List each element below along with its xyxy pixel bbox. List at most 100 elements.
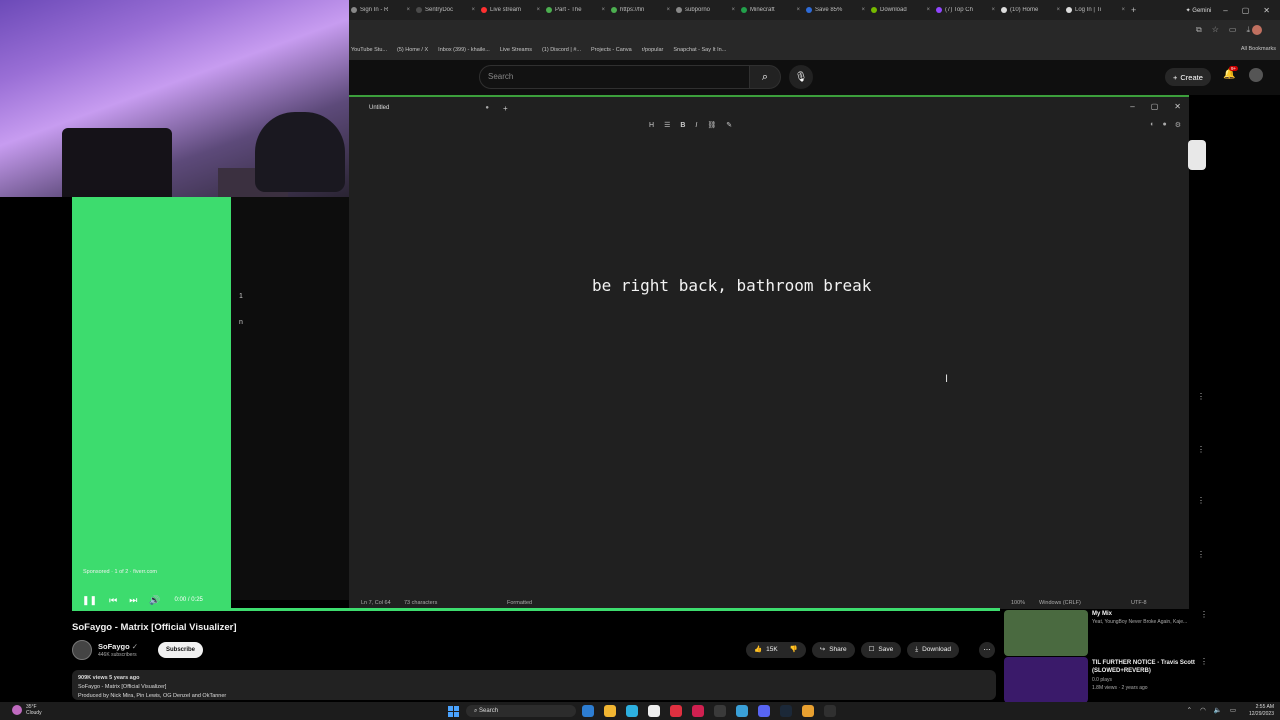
search-input[interactable]: Search xyxy=(479,65,754,89)
more-vert-icon[interactable]: ⋮ xyxy=(1200,610,1208,619)
browser-tab[interactable]: Save 85% × xyxy=(804,7,869,13)
folder-icon[interactable] xyxy=(604,705,616,717)
close-icon[interactable]: × xyxy=(731,7,739,13)
chrome-icon[interactable] xyxy=(802,705,814,717)
close-icon[interactable]: ✕ xyxy=(1263,6,1270,15)
channel-name[interactable]: SoFaygo ✓ xyxy=(98,642,138,651)
maximize-icon[interactable]: ▢ xyxy=(1151,102,1159,111)
close-icon[interactable]: × xyxy=(471,7,479,13)
gemini-button[interactable]: ✦ Gemini xyxy=(1180,7,1224,14)
settings-gear-icon[interactable]: ⚙ xyxy=(1175,121,1181,129)
bookmark-item[interactable]: Projects - Canva xyxy=(591,47,632,53)
minimize-icon[interactable]: – xyxy=(1223,6,1227,15)
cast-icon[interactable]: ⧉ xyxy=(1196,25,1202,35)
close-icon[interactable]: × xyxy=(796,7,804,13)
close-icon[interactable]: × xyxy=(536,7,544,13)
browser-tab[interactable]: subporno × xyxy=(674,7,739,13)
address-bar[interactable]: ⧉ ☆ ▭ ⤓ xyxy=(349,20,1280,40)
taskbar-app-icon[interactable] xyxy=(582,705,594,717)
heading-button[interactable]: H xyxy=(649,122,654,129)
italic-button[interactable]: I xyxy=(695,122,697,129)
more-vert-icon[interactable]: ⋮ xyxy=(1197,496,1205,505)
account-icon[interactable]: ● xyxy=(1162,121,1166,129)
close-icon[interactable]: × xyxy=(991,7,999,13)
bookmark-item[interactable]: r/popular xyxy=(642,47,664,53)
close-icon[interactable]: ✕ xyxy=(1174,102,1181,111)
close-icon[interactable]: × xyxy=(666,7,674,13)
notifications-bell-icon[interactable]: 🔔 9+ xyxy=(1223,66,1239,80)
edge-icon[interactable] xyxy=(626,705,638,717)
pause-icon[interactable]: ❚❚ xyxy=(82,595,97,606)
windows-start-icon[interactable] xyxy=(448,706,459,717)
bookmark-item[interactable]: Snapchat - Say It In... xyxy=(673,47,726,53)
close-icon[interactable]: × xyxy=(601,7,609,13)
store-icon[interactable] xyxy=(648,705,660,717)
star-icon[interactable]: ☆ xyxy=(1212,25,1219,35)
share-button[interactable]: ↪ Share xyxy=(811,642,855,658)
obs-icon[interactable] xyxy=(824,705,836,717)
recommendation-thumbnail[interactable] xyxy=(1004,657,1088,703)
close-icon[interactable]: × xyxy=(1121,7,1129,13)
notepad-text-content[interactable]: be right back, bathroom break xyxy=(592,276,871,295)
zoom-level[interactable]: 100% xyxy=(1011,600,1025,606)
save-button[interactable]: ☐ Save xyxy=(860,642,902,658)
recommendation-thumbnail[interactable] xyxy=(1004,610,1088,656)
browser-tab[interactable]: (7) Top Ch × xyxy=(934,7,999,13)
encoding[interactable]: UTF-8 xyxy=(1131,600,1147,606)
browser-tab[interactable]: Sign In - R × xyxy=(349,7,414,13)
notepad-new-tab-button[interactable]: + xyxy=(503,104,508,113)
profile-avatar[interactable] xyxy=(1252,25,1262,35)
close-icon[interactable]: × xyxy=(1056,7,1064,13)
download-button[interactable]: ⤓ Download xyxy=(907,642,960,658)
link-button[interactable]: ⛓ xyxy=(707,121,716,129)
previous-icon[interactable]: ⏮ xyxy=(109,595,117,606)
browser-tab[interactable]: Part - The × xyxy=(544,7,609,13)
bookmark-item[interactable]: (1) Discord | #... xyxy=(542,47,581,53)
app-icon[interactable] xyxy=(670,705,682,717)
more-vert-icon[interactable]: ⋮ xyxy=(1197,392,1205,401)
wifi-icon[interactable]: ◠ xyxy=(1200,706,1206,714)
download-icon[interactable]: ⤓ xyxy=(1246,25,1250,35)
more-options-icon[interactable]: ⋯ xyxy=(979,642,996,658)
user-avatar[interactable] xyxy=(1249,68,1263,82)
recommendation-item[interactable]: TIL FURTHER NOTICE - Travis Scott (SLOWE… xyxy=(1004,657,1280,703)
more-vert-icon[interactable]: ⋮ xyxy=(1197,445,1205,454)
close-icon[interactable]: × xyxy=(861,7,869,13)
split-view-icon[interactable]: ▭ xyxy=(1229,25,1237,35)
unsaved-dot-icon[interactable]: ● xyxy=(485,105,489,111)
discord-icon[interactable] xyxy=(758,705,770,717)
format-status[interactable]: Formatted xyxy=(507,600,532,606)
battery-icon[interactable]: ▭ xyxy=(1230,706,1236,714)
new-tab-button[interactable]: + xyxy=(1129,5,1143,15)
taskbar-clock[interactable]: 2:55 AM 12/29/2023 xyxy=(1249,704,1274,718)
maximize-icon[interactable]: ▢ xyxy=(1242,6,1250,15)
channel-avatar[interactable] xyxy=(72,640,92,660)
volume-icon[interactable]: 🔊 xyxy=(149,595,160,606)
recommendation-item[interactable]: My Mix Yeat, YoungBoy Never Broke Again,… xyxy=(1004,610,1280,656)
all-bookmarks[interactable]: All Bookmarks xyxy=(1241,46,1276,52)
minimize-icon[interactable]: – xyxy=(1130,102,1134,111)
video-progress-bar[interactable] xyxy=(72,608,1000,611)
browser-tab[interactable]: Download × xyxy=(869,7,934,13)
next-icon[interactable]: ⏭ xyxy=(129,595,137,606)
more-vert-icon[interactable]: ⋮ xyxy=(1200,657,1208,666)
close-icon[interactable]: × xyxy=(406,7,414,13)
weather-icon[interactable] xyxy=(12,705,22,715)
weather-widget[interactable]: 35°F Cloudy xyxy=(26,704,42,716)
browser-tab[interactable]: Minecraft × xyxy=(739,7,804,13)
close-icon[interactable]: × xyxy=(926,7,934,13)
browser-tab[interactable]: Log In | Ti × xyxy=(1064,7,1129,13)
more-vert-icon[interactable]: ⋮ xyxy=(1197,550,1205,559)
app-icon[interactable] xyxy=(714,705,726,717)
browser-tab[interactable]: (10) Home × xyxy=(999,7,1064,13)
subscribe-button[interactable]: Subscribe xyxy=(158,642,204,658)
app-icon[interactable] xyxy=(692,705,704,717)
bold-button[interactable]: B xyxy=(680,122,685,129)
like-button[interactable]: 👍 15K 👎 xyxy=(746,642,806,658)
browser-tab[interactable]: https://fin × xyxy=(609,7,674,13)
search-button[interactable]: ⌕ xyxy=(749,65,781,89)
steam-icon[interactable] xyxy=(780,705,792,717)
copilot-icon[interactable]: ◐ xyxy=(1150,121,1154,129)
microphone-icon[interactable]: 🎙 xyxy=(789,65,813,89)
notepad-icon[interactable] xyxy=(736,705,748,717)
